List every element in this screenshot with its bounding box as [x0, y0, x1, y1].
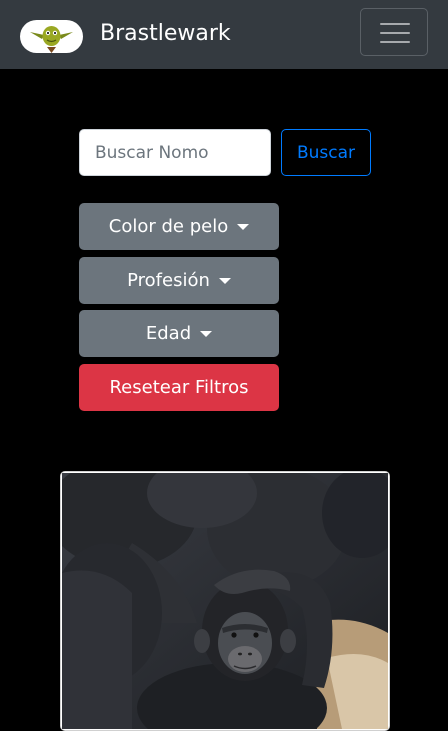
caret-down-icon [237, 223, 250, 230]
navbar: Brastlewark [0, 0, 448, 69]
profession-dropdown-label: Profesión [127, 270, 210, 291]
hamburger-menu-icon [380, 32, 410, 34]
brand-logo[interactable] [20, 20, 83, 53]
card-image [62, 473, 388, 729]
hair-color-dropdown[interactable]: Color de pelo [79, 203, 279, 250]
caret-down-icon [218, 277, 231, 284]
hair-color-dropdown-label: Color de pelo [108, 216, 229, 237]
gnome-logo-icon [20, 20, 83, 53]
hamburger-menu-icon [380, 41, 410, 43]
age-dropdown-label: Edad [145, 323, 192, 344]
search-button[interactable]: Buscar [281, 129, 371, 176]
hamburger-menu-icon [380, 23, 410, 25]
brand-name[interactable]: Brastlewark [100, 19, 231, 49]
search-input[interactable] [79, 129, 271, 176]
gnome-card[interactable] [60, 471, 390, 731]
age-dropdown[interactable]: Edad [79, 310, 279, 357]
reset-filters-button[interactable]: Resetear Filtros [79, 364, 279, 411]
navbar-toggler-button[interactable] [360, 8, 428, 56]
profession-dropdown[interactable]: Profesión [79, 257, 279, 304]
caret-down-icon [200, 330, 213, 337]
